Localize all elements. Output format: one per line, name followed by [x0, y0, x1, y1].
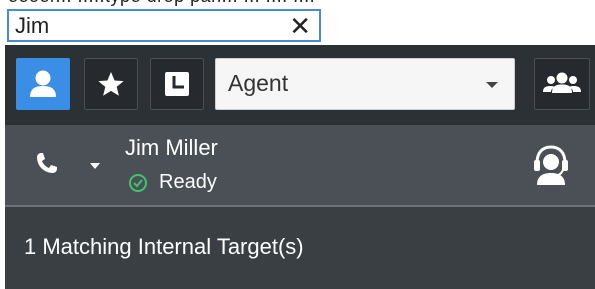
history-icon	[165, 72, 189, 96]
headset-agent-icon	[534, 145, 568, 185]
close-icon[interactable]: ✕	[289, 11, 311, 41]
filter-select-value: Agent	[228, 70, 289, 96]
ready-check-icon	[129, 174, 147, 192]
toolbar: Agent	[5, 45, 595, 125]
person-icon	[30, 70, 56, 97]
contact-row[interactable]: Jim Miller Ready	[5, 125, 595, 207]
status-text: Ready	[159, 171, 217, 193]
agent-profile-button[interactable]	[525, 139, 577, 191]
agent-filter-button[interactable]	[16, 58, 70, 110]
search-box[interactable]: ✕	[7, 9, 321, 42]
call-action-button[interactable]	[27, 145, 107, 185]
phone-icon	[37, 153, 100, 173]
star-icon	[98, 72, 124, 96]
chevron-down-icon	[486, 82, 498, 88]
recent-button[interactable]	[150, 58, 204, 110]
filter-select[interactable]: Agent	[215, 58, 515, 110]
search-input[interactable]	[15, 14, 275, 38]
team-communicator-panel: Agent Jim Miller Ready 1 Matching Intern…	[5, 45, 595, 289]
favorites-button[interactable]	[84, 58, 138, 110]
contact-name: Jim Miller	[125, 135, 218, 160]
group-icon	[543, 72, 581, 93]
results-summary: 1 Matching Internal Target(s)	[24, 234, 304, 259]
team-button[interactable]	[534, 58, 590, 110]
